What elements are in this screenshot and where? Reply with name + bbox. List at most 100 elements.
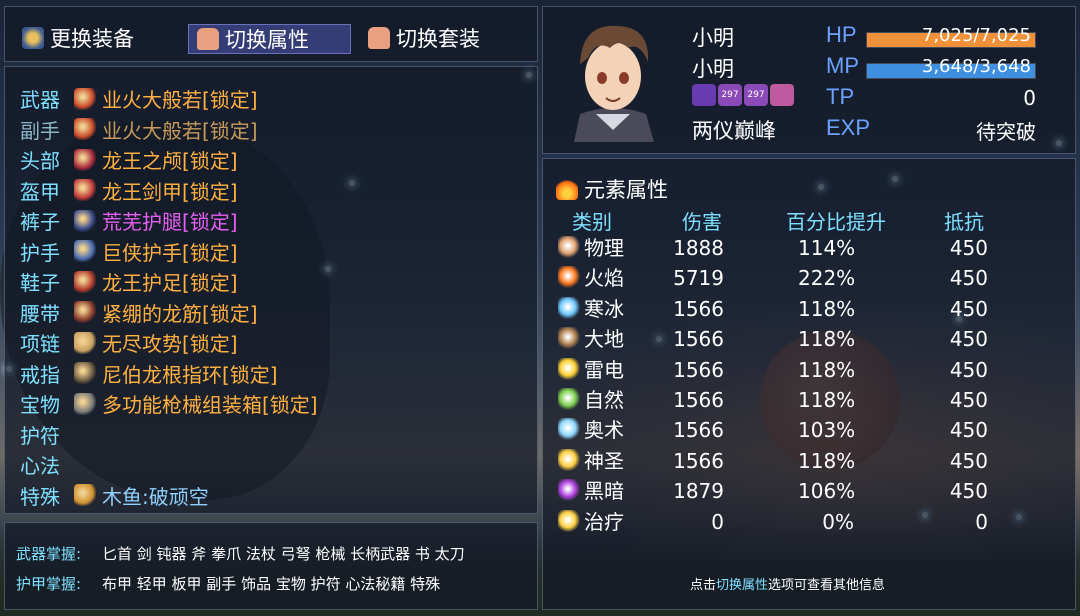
exp-value: 待突破 — [976, 120, 1036, 144]
equipment-slot-row[interactable]: 盔甲 龙王剑甲[锁定] — [20, 176, 238, 205]
equipment-slot-row[interactable]: 护手 巨侠护手[锁定] — [20, 237, 238, 266]
element-damage: 1566 — [673, 357, 724, 382]
armor-mastery: 护甲掌握: 布甲 轻甲 板甲 副手 饰品 宝物 护符 心法秘籍 特殊 — [16, 573, 440, 594]
slot-item-name[interactable]: 多功能枪械组装箱[锁定] — [102, 389, 318, 418]
armor-icon — [74, 179, 96, 201]
slot-label: 鞋子 — [20, 271, 60, 295]
element-name: 自然 — [584, 388, 624, 412]
flame-icon — [556, 178, 578, 200]
weapon-icon — [74, 87, 96, 110]
element-row: 火焰 5719 222% 450 — [556, 263, 1026, 293]
slot-item-name[interactable]: 紧绷的龙筋[锁定] — [102, 298, 258, 327]
elements-title: 元素属性 — [556, 174, 668, 204]
switch-set-button[interactable]: 切换套装 — [368, 24, 480, 52]
equipment-slot-row[interactable]: 副手 业火大般若[锁定] — [20, 115, 258, 144]
hint-text: 点击切换属性选项可查看其他信息 — [690, 578, 886, 593]
fist-icon — [558, 236, 580, 258]
equipment-slot-row[interactable]: 腰带 紧绷的龙筋[锁定] — [20, 298, 258, 327]
fire-icon — [558, 266, 580, 289]
equipment-slot-row[interactable]: 戒指 尼伯龙根指环[锁定] — [20, 359, 278, 388]
element-resist: 450 — [949, 418, 988, 443]
exp-label: EXP — [826, 115, 871, 140]
element-percent: 118% — [798, 296, 856, 321]
ring-icon — [74, 362, 96, 384]
earth-icon — [558, 327, 580, 350]
element-name: 奥术 — [584, 418, 624, 443]
slot-item-name[interactable]: 业火大般若[锁定] — [102, 84, 258, 113]
helmet-icon — [74, 148, 96, 171]
element-percent: 103% — [798, 418, 856, 443]
shirt-icon — [197, 28, 219, 50]
element-row: 奥术 1566 103% 450 — [556, 415, 1026, 445]
element-row: 治疗 0 0% 0 — [556, 507, 1026, 537]
necklace-icon — [74, 331, 96, 354]
equipment-icon — [22, 27, 44, 49]
element-damage: 1879 — [673, 479, 724, 504]
buff-icon[interactable]: 297 — [744, 84, 768, 106]
element-name: 火焰 — [584, 266, 624, 291]
slot-item-name[interactable]: 荒芜护腿[锁定] — [102, 206, 238, 235]
slot-label: 特殊 — [20, 484, 60, 509]
element-damage: 0 — [711, 509, 724, 534]
dark-icon — [558, 479, 580, 502]
equipment-slot-row[interactable]: 护符 — [20, 420, 70, 449]
slot-item-name[interactable]: 巨侠护手[锁定] — [102, 237, 238, 266]
element-row: 物理 1888 114% 450 — [556, 233, 1026, 263]
equipment-slot-row[interactable]: 宝物 多功能枪械组装箱[锁定] — [20, 389, 318, 418]
slot-item-name[interactable]: 龙王护足[锁定] — [102, 267, 238, 296]
element-resist: 450 — [949, 448, 988, 473]
slot-item-name[interactable]: 龙王之颅[锁定] — [102, 145, 238, 174]
armor-mastery-label: 护甲掌握: — [16, 575, 82, 593]
belt-icon — [74, 301, 96, 323]
element-percent: 114% — [798, 236, 856, 260]
slot-item-name[interactable]: 尼伯龙根指环[锁定] — [102, 359, 278, 388]
element-percent: 118% — [798, 327, 856, 352]
switch-attributes-button[interactable]: 切换属性 — [188, 24, 351, 54]
leaf-icon — [558, 388, 580, 410]
buff-icon[interactable]: 297 — [718, 84, 742, 106]
slot-label: 项链 — [20, 332, 60, 356]
buff-icon[interactable] — [770, 84, 794, 106]
buff-icon[interactable] — [692, 84, 716, 106]
change-equipment-button[interactable]: 更换装备 — [22, 24, 134, 52]
equipment-slot-row[interactable]: 特殊 木鱼:破顽空 — [20, 481, 209, 510]
status-effect-icons: 297 297 — [692, 84, 794, 106]
equipment-slot-row[interactable]: 项链 无尽攻势[锁定] — [20, 328, 238, 357]
element-percent: 106% — [798, 479, 856, 504]
mp-value: 3,648/3,648 — [921, 56, 1031, 77]
element-name: 治疗 — [584, 509, 624, 534]
mastery-panel — [4, 522, 538, 610]
header-damage: 伤害 — [682, 210, 722, 234]
element-name: 寒冰 — [584, 296, 624, 321]
slot-label: 护符 — [20, 423, 60, 448]
element-damage: 1566 — [673, 418, 724, 443]
boots-icon — [74, 270, 96, 293]
element-resist: 0 — [975, 509, 988, 534]
element-row: 自然 1566 118% 450 — [556, 385, 1026, 415]
equipment-slot-row[interactable]: 心法 — [20, 450, 70, 479]
header-resist: 抵抗 — [944, 210, 984, 234]
element-row: 雷电 1566 118% 450 — [556, 355, 1026, 385]
header-type: 类别 — [572, 210, 612, 234]
change-equipment-label: 更换装备 — [50, 27, 134, 51]
weapon-mastery-list: 匕首 剑 钝器 斧 拳爪 法杖 弓弩 枪械 长柄武器 书 太刀 — [102, 545, 465, 563]
slot-item-name[interactable]: 木鱼:破顽空 — [102, 481, 209, 510]
equipment-slot-row[interactable]: 武器 业火大般若[锁定] — [20, 84, 258, 113]
equipment-slot-row[interactable]: 头部 龙王之颅[锁定] — [20, 145, 238, 174]
element-percent: 0% — [822, 509, 854, 534]
element-name: 大地 — [584, 327, 624, 352]
element-resist: 450 — [949, 388, 988, 412]
heal-icon — [558, 509, 580, 532]
equipment-slot-row[interactable]: 裤子 荒芜护腿[锁定] — [20, 206, 238, 235]
element-row: 神圣 1566 118% 450 — [556, 446, 1026, 476]
element-damage: 1888 — [673, 236, 724, 260]
character-realm: 两仪巅峰 — [692, 119, 776, 143]
hp-bar: 7,025/7,025 — [866, 25, 1036, 48]
equipment-slot-row[interactable]: 鞋子 龙王护足[锁定] — [20, 267, 238, 296]
treasure-icon — [74, 392, 96, 415]
slot-item-name[interactable]: 龙王剑甲[锁定] — [102, 176, 238, 205]
element-name: 雷电 — [584, 357, 624, 382]
slot-item-name[interactable]: 业火大般若[锁定] — [102, 115, 258, 144]
lightning-icon — [558, 357, 580, 380]
slot-item-name[interactable]: 无尽攻势[锁定] — [102, 328, 238, 357]
